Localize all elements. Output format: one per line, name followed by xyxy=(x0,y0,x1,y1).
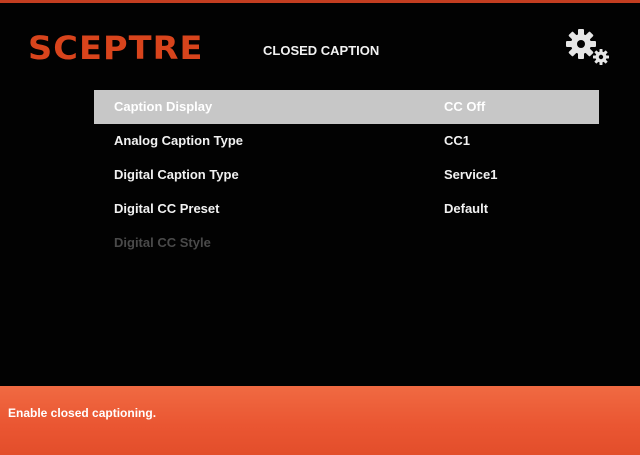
page-title: CLOSED CAPTION xyxy=(263,43,380,58)
header: SCEPTRE CLOSED CAPTION xyxy=(0,3,640,83)
brand-logo: SCEPTRE xyxy=(28,29,204,67)
menu-item-label: Analog Caption Type xyxy=(114,133,244,148)
gear-icon[interactable] xyxy=(565,28,613,68)
menu-item-value: CC1 xyxy=(444,133,471,148)
menu-item-analog-caption-type[interactable]: Analog Caption Type CC1 xyxy=(94,124,599,158)
menu-item-label: Digital CC Preset xyxy=(114,201,220,216)
menu-item-digital-cc-preset[interactable]: Digital CC Preset Default xyxy=(94,192,599,226)
menu-item-digital-cc-style: Digital CC Style xyxy=(94,226,599,260)
menu-item-label: Digital CC Style xyxy=(114,235,211,250)
help-bar: Enable closed captioning. xyxy=(0,386,640,455)
caption-menu: Caption Display CC Off Analog Caption Ty… xyxy=(94,90,599,260)
menu-item-label: Caption Display xyxy=(114,99,213,114)
help-text: Enable closed captioning. xyxy=(8,406,157,420)
menu-item-digital-caption-type[interactable]: Digital Caption Type Service1 xyxy=(94,158,599,192)
menu-item-value: CC Off xyxy=(444,99,486,114)
tv-screen: SCEPTRE CLOSED CAPTION Caption Display C… xyxy=(0,0,640,455)
menu-item-value: Service1 xyxy=(444,167,498,182)
menu-item-caption-display[interactable]: Caption Display CC Off xyxy=(94,90,599,124)
menu-item-value: Default xyxy=(444,201,489,216)
menu-item-label: Digital Caption Type xyxy=(114,167,239,182)
